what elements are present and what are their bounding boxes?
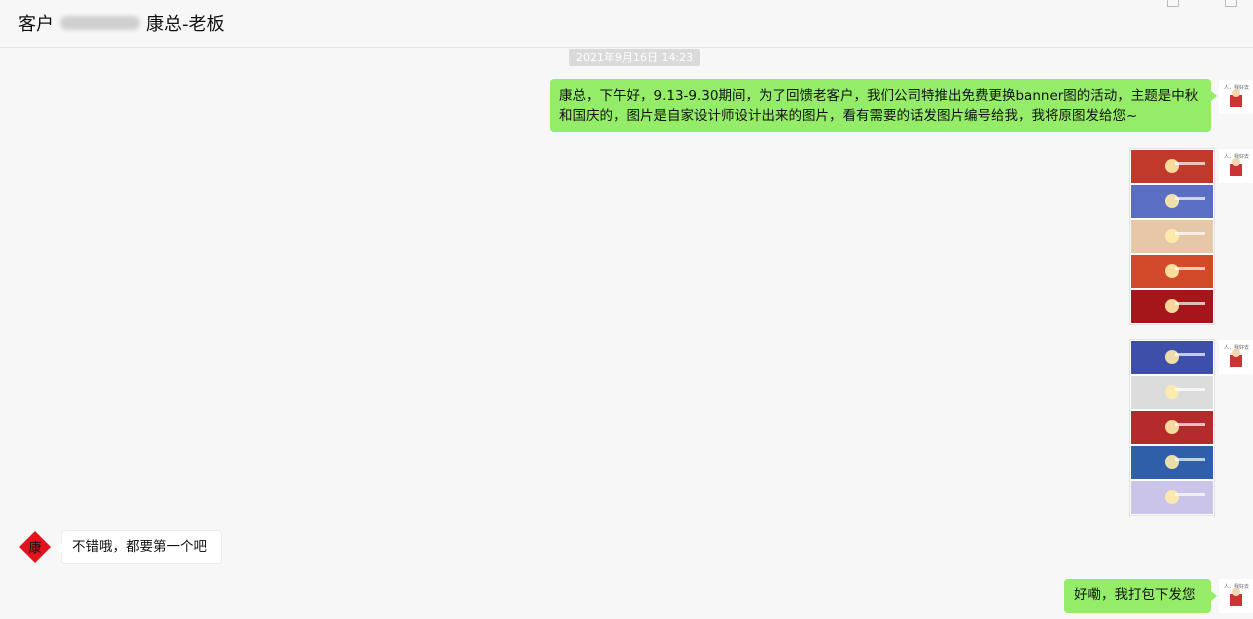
thumbnail-decoration [1175, 353, 1205, 356]
incoming-message-1[interactable]: 不错哦，都要第一个吧 [56, 530, 222, 564]
thumbnail-decoration [1175, 493, 1205, 496]
image-message-2[interactable] [1129, 339, 1215, 516]
contact-avatar-icon: 康 [19, 531, 51, 563]
banner-thumbnail[interactable] [1131, 255, 1213, 288]
thumbnail-decoration [1175, 267, 1205, 270]
message-timestamp: 2021年9月16日 14:23 [569, 49, 701, 66]
chat-title-suffix: 康总-老板 [146, 14, 225, 35]
my-avatar[interactable]: 人，我好去 [1219, 579, 1253, 613]
add-member-icon[interactable] [1167, 0, 1179, 7]
banner-thumbnail[interactable] [1131, 446, 1213, 479]
thumbnail-decoration [1175, 197, 1205, 200]
banner-thumbnail[interactable] [1131, 481, 1213, 514]
thumbnail-decoration [1175, 302, 1205, 305]
thumbnail-decoration [1175, 388, 1205, 391]
chat-title-prefix: 客户 [18, 14, 54, 35]
thumbnail-decoration [1175, 162, 1205, 165]
redacted-name-blur [60, 16, 140, 30]
banner-thumbnail[interactable] [1131, 185, 1213, 218]
more-options-icon[interactable] [1225, 0, 1237, 7]
cartoon-avatar-icon: 人，我好去 [1224, 153, 1249, 176]
chat-title: 客户 康总-老板 [18, 10, 225, 36]
chat-header: 客户 康总-老板 [0, 0, 1253, 48]
banner-thumbnail[interactable] [1131, 376, 1213, 409]
banner-thumbnail[interactable] [1131, 411, 1213, 444]
outgoing-message-2-text: 好嘞，我打包下发您 [1074, 587, 1196, 603]
thumbnail-decoration [1175, 232, 1205, 235]
cartoon-avatar-icon: 人，我好去 [1224, 583, 1249, 606]
outgoing-message-1-text: 康总，下午好，9.13-9.30期间，为了回馈老客户，我们公司特推出免费更换ba… [559, 88, 1199, 124]
outgoing-message-2[interactable]: 好嘞，我打包下发您 [1064, 579, 1217, 613]
outgoing-message-1[interactable]: 康总，下午好，9.13-9.30期间，为了回馈老客户，我们公司特推出免费更换ba… [550, 79, 1217, 132]
my-avatar[interactable]: 人，我好去 [1219, 149, 1253, 183]
my-avatar[interactable]: 人，我好去 [1219, 340, 1253, 374]
cartoon-avatar-icon: 人，我好去 [1224, 344, 1249, 367]
thumbnail-decoration [1175, 423, 1205, 426]
header-icons [1167, 0, 1237, 7]
banner-thumbnail[interactable] [1131, 150, 1213, 183]
contact-avatar-char: 康 [28, 540, 41, 556]
cartoon-avatar-icon: 人，我好去 [1224, 84, 1249, 107]
thumbnail-decoration [1175, 458, 1205, 461]
incoming-message-1-text: 不错哦，都要第一个吧 [72, 539, 207, 555]
image-message-1[interactable] [1129, 148, 1215, 325]
my-avatar[interactable]: 人，我好去 [1219, 80, 1253, 114]
banner-thumbnail[interactable] [1131, 220, 1213, 253]
contact-avatar[interactable]: 康 [18, 530, 52, 564]
banner-thumbnail[interactable] [1131, 341, 1213, 374]
banner-thumbnail[interactable] [1131, 290, 1213, 323]
